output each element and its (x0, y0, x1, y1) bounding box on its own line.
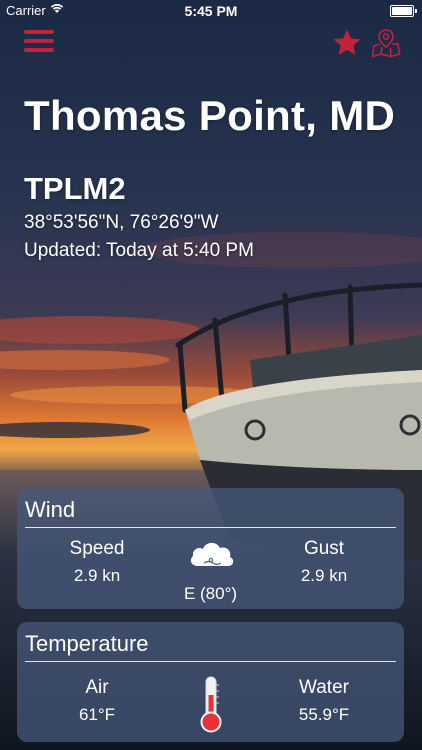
wind-card-title: Wind (25, 497, 76, 522)
divider (25, 661, 396, 662)
temperature-card: Temperature Air 61°F Water 55.9°F (17, 622, 404, 742)
wind-speed: Speed 2.9 kn (37, 538, 157, 586)
star-icon[interactable] (332, 28, 362, 58)
air-temperature-label: Air (85, 677, 109, 698)
thermometer-icon (200, 676, 222, 733)
location-title: Thomas Point, MD (24, 92, 396, 139)
wind-gust: Gust 2.9 kn (264, 538, 384, 586)
updated-timestamp: Updated: Today at 5:40 PM (24, 240, 254, 261)
wind-gust-label: Gust (303, 538, 345, 559)
map-pin-icon[interactable] (371, 28, 401, 58)
air-temperature: Air 61°F (37, 677, 157, 725)
wind-card: Wind Speed 2.9 kn Gust 2.9 kn E (80°) (17, 488, 404, 609)
hamburger-menu-icon[interactable] (24, 30, 54, 54)
air-temperature-value: 61°F (78, 705, 116, 724)
status-bar: Carrier 5:45 PM (0, 0, 422, 22)
battery-icon (390, 5, 417, 17)
temperature-card-title: Temperature (25, 631, 149, 656)
app-screen: Carrier 5:45 PM Thomas Point, MD TPLM2 3… (0, 0, 422, 750)
water-temperature-value: 55.9°F (298, 705, 350, 724)
wind-speed-label: Speed (69, 538, 125, 559)
wind-gust-value: 2.9 kn (300, 566, 348, 585)
station-coordinates: 38°53'56"N, 76°26'9"W (24, 212, 219, 233)
station-id: TPLM2 (24, 171, 126, 206)
cloud-wind-icon (190, 542, 234, 566)
wind-direction: E (80°) (183, 584, 238, 603)
clock: 5:45 PM (184, 3, 238, 19)
water-temperature: Water 55.9°F (264, 677, 384, 725)
divider (25, 527, 396, 528)
water-temperature-label: Water (299, 677, 349, 698)
wind-speed-value: 2.9 kn (73, 566, 121, 585)
